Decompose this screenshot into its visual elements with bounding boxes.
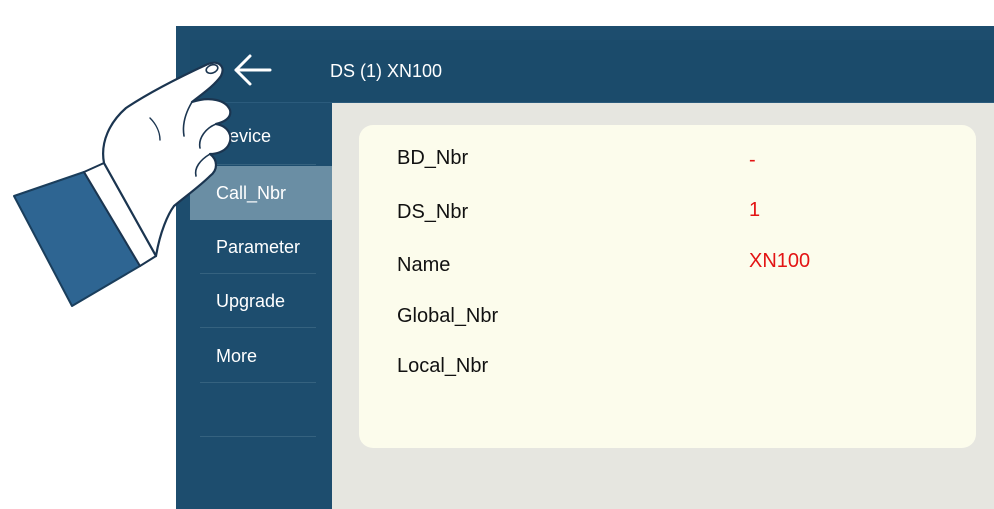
header-bar: DS (1) XN100 [190, 40, 994, 102]
main-panel: BD_Nbr - DS_Nbr 1 Name XN100 Global_Nbr … [332, 103, 994, 509]
sidebar-item-label: Parameter [216, 237, 301, 257]
ds-nbr-label: DS_Nbr [397, 201, 469, 223]
name-label: Name [397, 254, 451, 276]
device-screen: DS (1) XN100 Device Call_Nbr Parameter U… [176, 26, 994, 509]
sidebar-divider [200, 164, 316, 165]
sidebar-item-device[interactable]: Device [190, 109, 332, 163]
sidebar-divider [200, 436, 316, 437]
sidebar-item-label: Upgrade [216, 291, 286, 311]
local-nbr-label: Local_Nbr [397, 355, 489, 377]
sidebar-item-label: Device [216, 126, 272, 146]
sidebar: Device Call_Nbr Parameter Upgrade More [190, 103, 332, 509]
sidebar-divider [200, 327, 316, 328]
sidebar-item-call-nbr[interactable]: Call_Nbr [190, 166, 332, 220]
sidebar-item-label: More [216, 346, 258, 366]
details-card: BD_Nbr - DS_Nbr 1 Name XN100 Global_Nbr … [359, 125, 976, 448]
screenshot-stage: DS (1) XN100 Device Call_Nbr Parameter U… [0, 0, 994, 509]
back-button[interactable] [230, 50, 274, 90]
arrow-left-icon [234, 54, 272, 86]
global-nbr-label: Global_Nbr [397, 305, 499, 327]
sidebar-item-label: Call_Nbr [216, 183, 287, 203]
bd-nbr-label: BD_Nbr [397, 147, 469, 169]
sidebar-item-more[interactable]: More [190, 329, 332, 383]
sidebar-item-upgrade[interactable]: Upgrade [190, 274, 332, 328]
sidebar-divider [200, 382, 316, 383]
page-title: DS (1) XN100 [330, 61, 443, 81]
sidebar-item-parameter[interactable]: Parameter [190, 220, 332, 274]
name-value: XN100 [749, 250, 811, 272]
bd-nbr-value: - [749, 149, 756, 171]
ds-nbr-value: 1 [749, 199, 761, 221]
